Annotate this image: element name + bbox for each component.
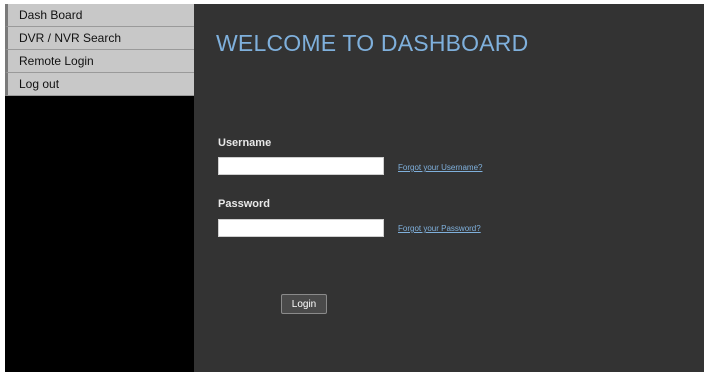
sidebar: Dash Board DVR / NVR Search Remote Login… (5, 4, 194, 372)
sidebar-item-remote-login[interactable]: Remote Login (5, 50, 194, 73)
login-button[interactable]: Login (281, 294, 327, 314)
password-label: Password (218, 198, 270, 210)
forgot-password-link[interactable]: Forgot your Password? (398, 224, 481, 233)
page-title: WELCOME TO DASHBOARD (216, 30, 529, 56)
username-field[interactable] (218, 157, 384, 175)
username-label: Username (218, 137, 272, 149)
app-frame: Dash Board DVR / NVR Search Remote Login… (5, 4, 704, 372)
sidebar-item-dvr-nvr-search[interactable]: DVR / NVR Search (5, 27, 194, 50)
sidebar-item-dashboard[interactable]: Dash Board (5, 4, 194, 27)
main-panel: WELCOME TO DASHBOARD Username Forgot you… (194, 4, 704, 372)
password-field[interactable] (218, 219, 384, 237)
sidebar-item-log-out[interactable]: Log out (5, 73, 194, 96)
forgot-username-link[interactable]: Forgot your Username? (398, 163, 482, 172)
